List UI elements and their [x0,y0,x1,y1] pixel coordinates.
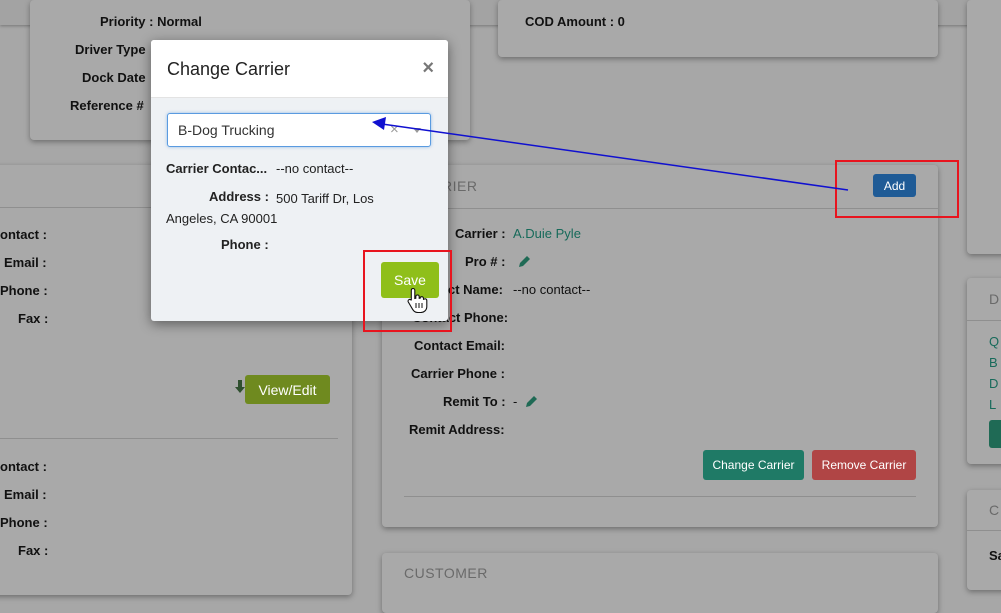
right-link-2[interactable]: B [989,355,998,370]
carrier-search-input[interactable] [178,122,378,138]
contact-email-label: Contact Email: [414,338,506,353]
right-top-panel [967,0,1001,254]
carrier-select[interactable]: × [167,113,431,147]
cod-panel: COD Amount : 0 [498,0,938,57]
right-docs-header: D [989,291,1000,307]
right-link-1[interactable]: Q [989,334,999,349]
right-docs-button[interactable] [989,420,1001,448]
right-bottom-header: C [989,502,1000,518]
remit-to-value: - [513,394,518,409]
remit-address-label: Remit Address: [409,422,505,437]
carrier-contact-value: --no contact-- [276,161,354,176]
pro-number-label: Pro # : [465,254,506,269]
hand-cursor-icon [407,287,428,313]
priority-line: Priority : Normal [100,14,202,29]
change-carrier-button[interactable]: Change Carrier [703,450,804,480]
contact-label-2: ontact : [0,459,47,474]
address-value: 500 Tariff Dr, Los Angeles, CA 90001 [166,189,396,229]
annotation-box-add [835,160,959,218]
email-label-1: Email : [4,255,47,270]
contacts-mid-divider [0,438,338,439]
right-bottom-divider [967,530,1001,531]
contact-name-value: --no contact-- [513,282,591,297]
driver-type-label: Driver Type [75,42,146,57]
carrier-contact-label: Carrier Contac... [166,161,268,176]
modal-title: Change Carrier [167,59,291,79]
customer-panel: CUSTOMER [382,553,938,613]
remove-carrier-button[interactable]: Remove Carrier [812,450,916,480]
fax-label-2: Fax : [18,543,49,558]
contact-label-1: ontact : [0,227,47,242]
right-link-4[interactable]: L [989,397,996,412]
chevron-down-icon[interactable] [413,128,421,133]
phone-label-2: Phone : [0,515,48,530]
right-link-3[interactable]: D [989,376,998,391]
carrier-phone-label: Carrier Phone : [411,366,505,381]
clear-icon[interactable]: × [390,121,399,138]
view-edit-button[interactable]: View/Edit [245,375,330,404]
remit-to-label: Remit To : [443,394,506,409]
right-docs-divider [967,320,1001,321]
dock-date-label: Dock Date [82,70,146,85]
pencil-icon[interactable] [518,254,532,268]
modal-header: Change Carrier × [151,40,448,98]
carrier-panel: RIER Add Carrier : A.Duie Pyle Pro # : c… [382,165,938,527]
fax-label-1: Fax : [18,311,49,326]
carrier-label: Carrier : [455,226,506,241]
address-text: 500 Tariff Dr, Los Angeles, CA 90001 [166,191,374,226]
phone-label-1: Phone : [0,283,48,298]
right-docs-panel: D Q B D L [967,278,1001,464]
close-icon[interactable]: × [422,58,434,78]
right-bottom-panel: C Sa [967,490,1001,590]
reference-label: Reference # [70,98,144,113]
carrier-value-link[interactable]: A.Duie Pyle [513,226,581,241]
email-label-2: Email : [4,487,47,502]
customer-panel-header: CUSTOMER [404,565,488,581]
phone-label: Phone : [221,237,269,252]
carrier-bottom-divider [404,496,916,497]
pencil-icon[interactable] [525,394,539,408]
cod-amount-line: COD Amount : 0 [525,14,625,29]
right-bottom-label: Sa [989,548,1001,563]
contact-name-label: ct Name: [448,282,503,297]
